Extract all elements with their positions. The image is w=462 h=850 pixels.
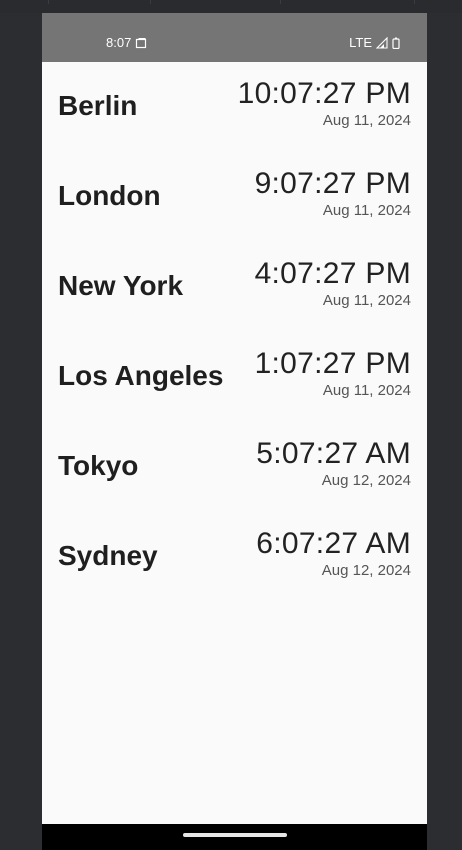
local-date: Aug 12, 2024: [321, 562, 411, 579]
clock-row-los-angeles[interactable]: Los Angeles 1:07:27 PM Aug 11, 2024: [42, 332, 427, 422]
local-date: Aug 11, 2024: [322, 112, 411, 129]
time-block: 10:07:27 PM Aug 11, 2024: [238, 77, 411, 130]
status-right: LTE: [349, 35, 400, 50]
time-block: 4:07:27 PM Aug 11, 2024: [255, 257, 411, 310]
city-name: Berlin: [58, 90, 138, 121]
time-block: 1:07:27 PM Aug 11, 2024: [255, 347, 411, 400]
local-date: Aug 11, 2024: [322, 382, 411, 399]
local-date: Aug 11, 2024: [322, 292, 411, 309]
divider: [280, 0, 281, 4]
time-block: 5:07:27 AM Aug 12, 2024: [256, 437, 411, 490]
local-time: 4:07:27 PM: [254, 257, 411, 290]
screenshot-icon: [135, 37, 147, 49]
divider: [414, 0, 415, 4]
local-time: 5:07:27 AM: [256, 437, 411, 470]
network-label: LTE: [349, 35, 372, 50]
window-top-strip: [0, 0, 462, 13]
local-time: 10:07:27 PM: [237, 77, 411, 110]
status-left: 8:07: [106, 35, 147, 50]
phone-screen: 8:07 LTE Berlin 10:07:27 PM Aug 11, 2024…: [42, 13, 427, 850]
local-time: 1:07:27 PM: [254, 347, 411, 380]
local-time: 6:07:27 AM: [256, 527, 411, 560]
clock-row-london[interactable]: London 9:07:27 PM Aug 11, 2024: [42, 152, 427, 242]
status-time: 8:07: [106, 35, 132, 50]
city-name: London: [58, 180, 161, 211]
battery-icon: [392, 37, 400, 49]
signal-icon: [375, 36, 388, 49]
city-name: Los Angeles: [58, 360, 224, 391]
local-date: Aug 11, 2024: [322, 202, 411, 219]
clock-row-berlin[interactable]: Berlin 10:07:27 PM Aug 11, 2024: [42, 62, 427, 152]
city-name: New York: [58, 270, 184, 301]
city-name: Tokyo: [58, 450, 139, 481]
divider: [150, 0, 151, 4]
clock-row-new-york[interactable]: New York 4:07:27 PM Aug 11, 2024: [42, 242, 427, 332]
status-bar: 8:07 LTE: [42, 13, 427, 62]
world-clock-list: Berlin 10:07:27 PM Aug 11, 2024 London 9…: [42, 62, 427, 602]
clock-row-tokyo[interactable]: Tokyo 5:07:27 AM Aug 12, 2024: [42, 422, 427, 512]
time-block: 6:07:27 AM Aug 12, 2024: [256, 527, 411, 580]
time-block: 9:07:27 PM Aug 11, 2024: [255, 167, 411, 220]
local-time: 9:07:27 PM: [254, 167, 411, 200]
clock-row-sydney[interactable]: Sydney 6:07:27 AM Aug 12, 2024: [42, 512, 427, 602]
city-name: Sydney: [58, 540, 158, 571]
navigation-bar: [42, 824, 427, 850]
home-gesture-handle[interactable]: [183, 833, 287, 837]
divider: [48, 0, 49, 4]
local-date: Aug 12, 2024: [321, 472, 411, 489]
